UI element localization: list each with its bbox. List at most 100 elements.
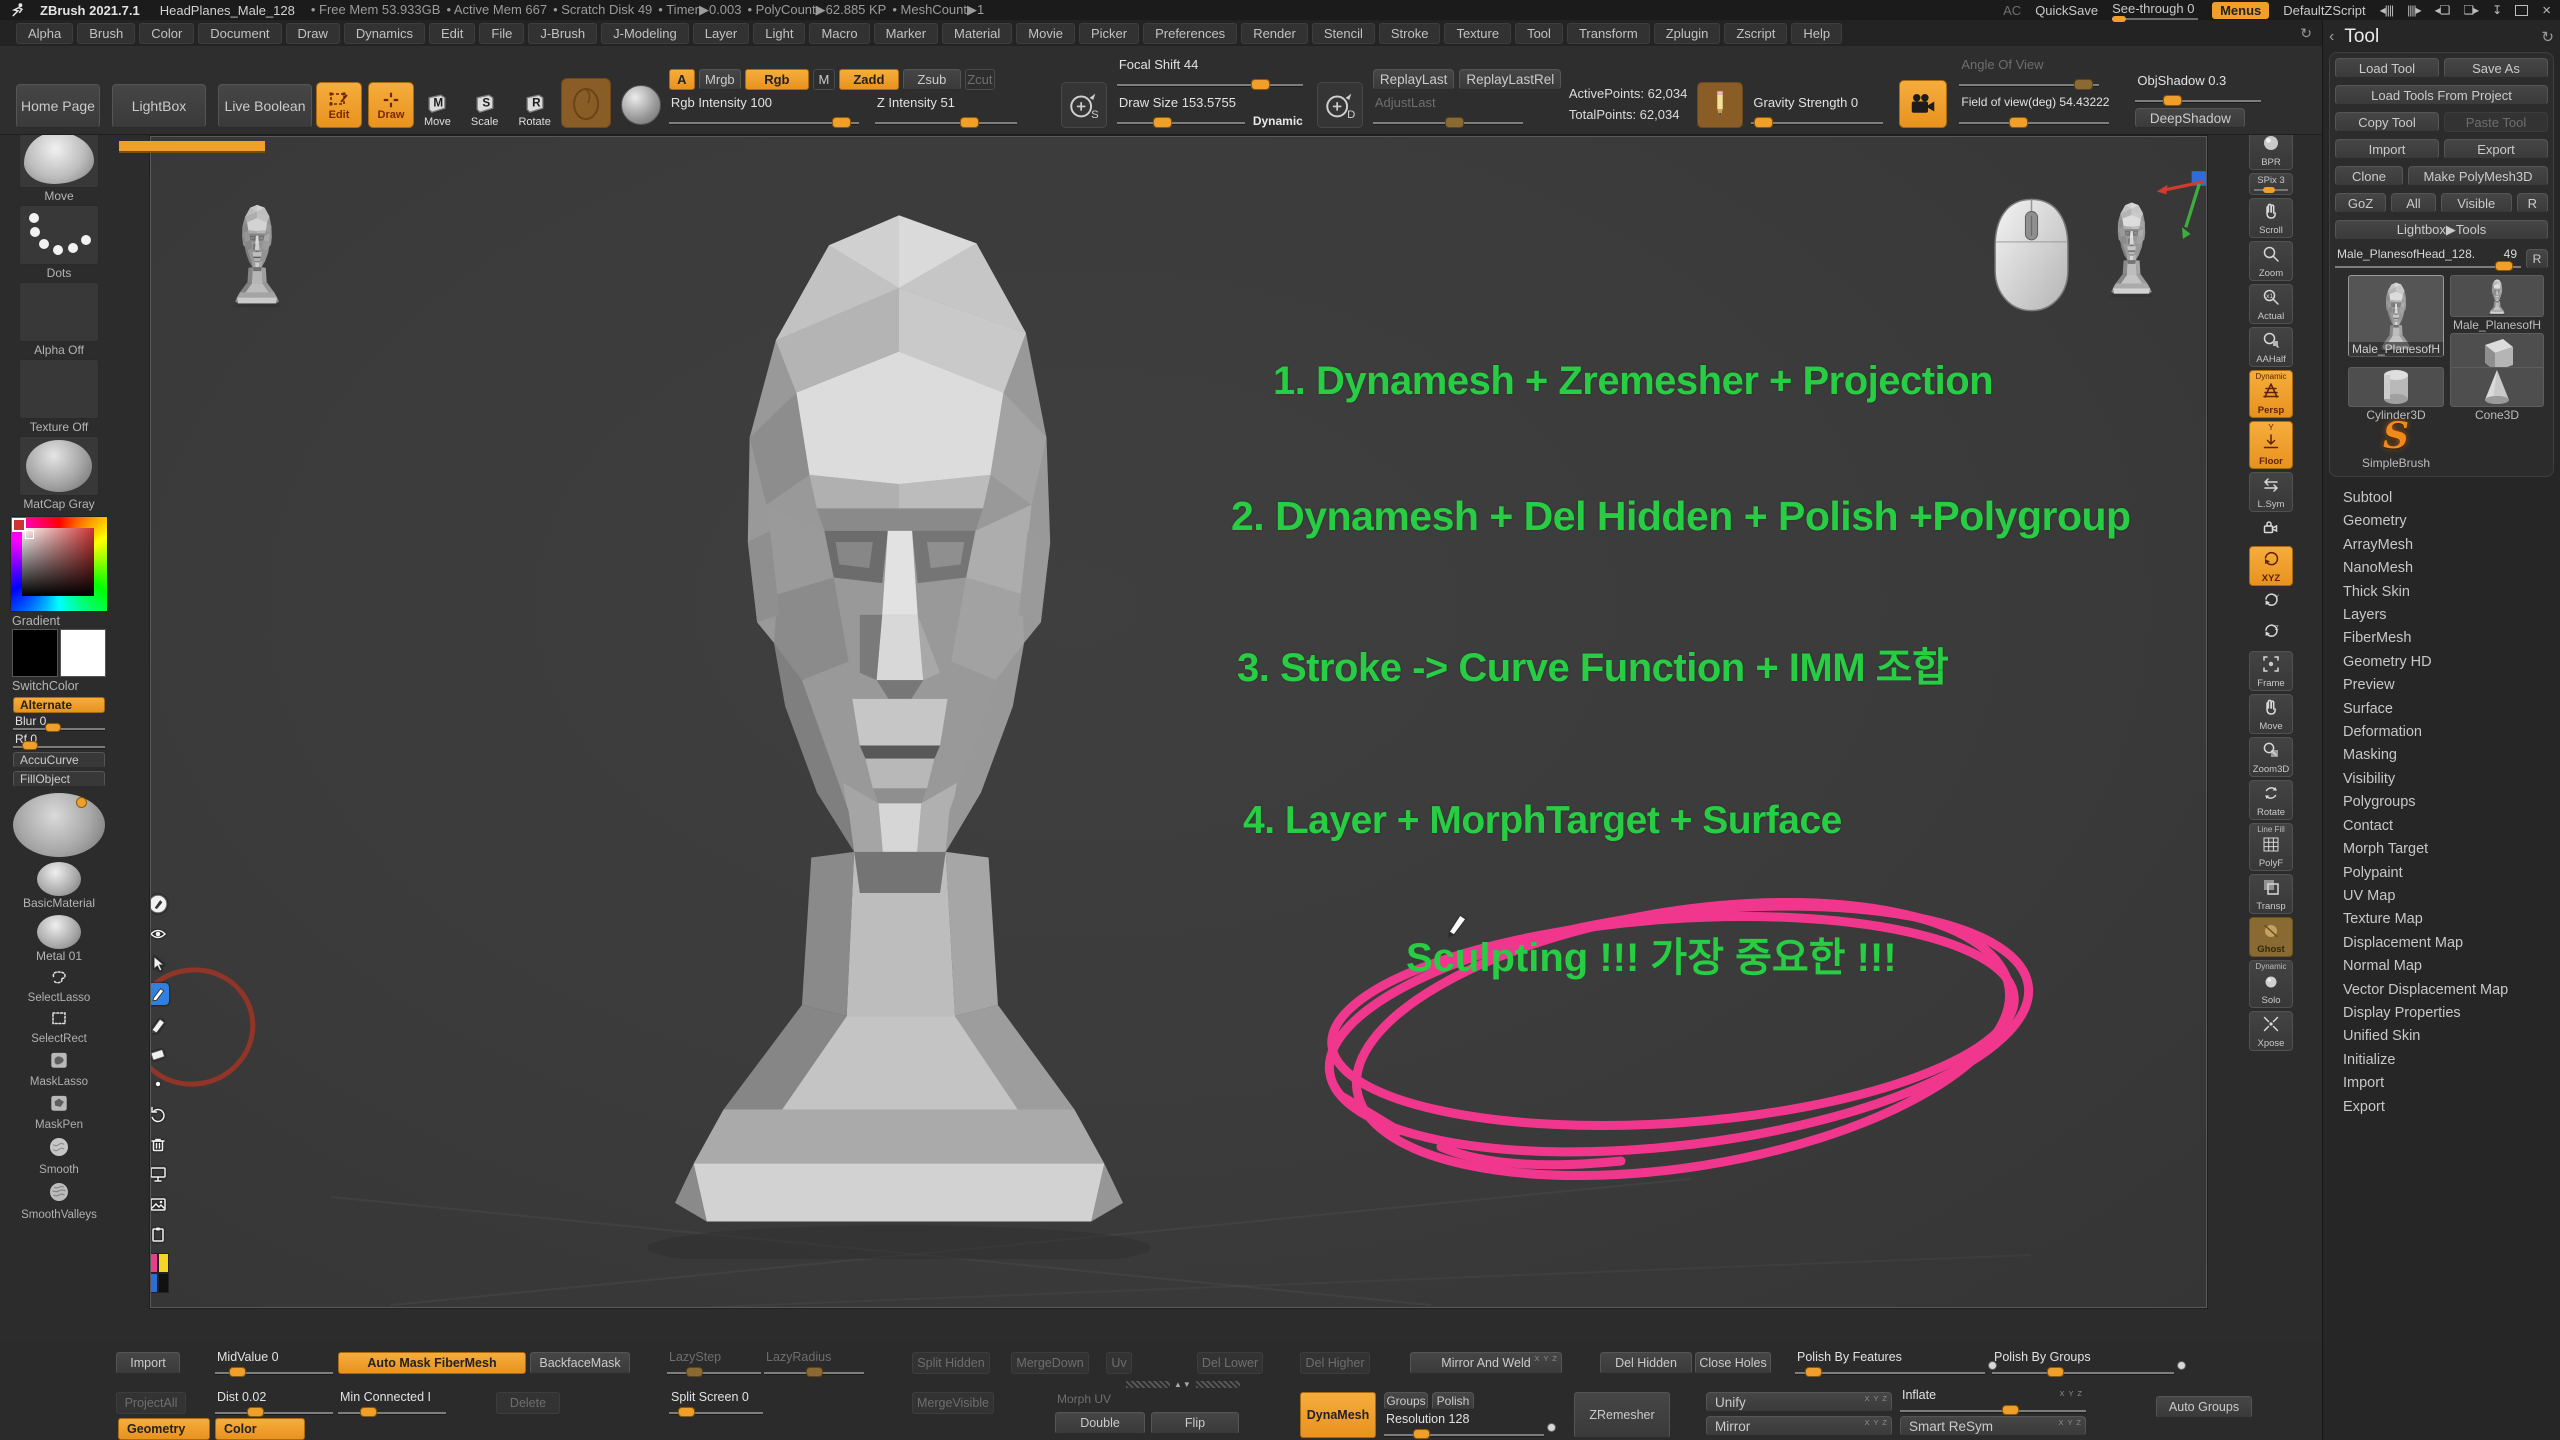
menu-texture[interactable]: Texture xyxy=(1444,23,1511,44)
right-actual-button[interactable]: x1Actual xyxy=(2249,284,2293,324)
tool-clone-button[interactable]: Clone xyxy=(2335,166,2403,186)
menu-color[interactable]: Color xyxy=(139,23,194,44)
panes-left-icon[interactable]: ◂❏ xyxy=(2435,3,2450,17)
tool-thumb-cone3d[interactable]: Cone3D xyxy=(2451,367,2543,422)
paint-mode-zadd[interactable]: Zadd xyxy=(839,69,899,90)
edit-button[interactable]: Edit xyxy=(316,82,362,128)
tool-save-as-button[interactable]: Save As xyxy=(2444,58,2548,78)
right-bpr-button[interactable]: BPR xyxy=(2249,130,2293,170)
monitor-icon[interactable] xyxy=(150,1163,169,1185)
right-transp-button[interactable]: Transp xyxy=(2249,874,2293,914)
axis-gizmo[interactable] xyxy=(2151,169,2207,243)
menu-j-brush[interactable]: J-Brush xyxy=(528,23,597,44)
tool-r-button[interactable]: R xyxy=(2517,193,2549,213)
fov-slider[interactable]: Field of view(deg) 54.43222 xyxy=(1959,92,2109,128)
smart-resym-button[interactable]: Smart ReSymX Y Z xyxy=(1900,1416,2086,1436)
menu-file[interactable]: File xyxy=(479,23,524,44)
tool-goz-button[interactable]: GoZ xyxy=(2335,193,2386,213)
section-morph-target[interactable]: Morph Target xyxy=(2329,838,2554,861)
section-polygroups[interactable]: Polygroups xyxy=(2329,791,2554,814)
lightbox-indicator-bar[interactable] xyxy=(119,141,265,153)
section-contact[interactable]: Contact xyxy=(2329,815,2554,838)
del-hidden-button[interactable]: Del Hidden xyxy=(1600,1352,1692,1374)
gradient-label[interactable]: Gradient xyxy=(12,614,60,628)
deep-shadow-button[interactable]: DeepShadow xyxy=(2135,108,2245,128)
right-zoom3d-button[interactable]: Zoom3D xyxy=(2249,737,2293,777)
replay-last-rel-button[interactable]: ReplayLastRel xyxy=(1459,69,1561,90)
section-uv-map[interactable]: UV Map xyxy=(2329,885,2554,908)
angle-of-view-slider[interactable]: Angle Of View xyxy=(1959,54,2099,90)
menu-stencil[interactable]: Stencil xyxy=(1312,23,1375,44)
current-material-button[interactable] xyxy=(621,85,661,125)
viewport-canvas[interactable]: 1. Dynamesh + Zremesher + Projection2. D… xyxy=(150,136,2207,1308)
shelf-divider-left-icon[interactable]: ◂|||| xyxy=(2380,3,2394,17)
zremesher-button[interactable]: ZRemesher xyxy=(1574,1392,1670,1438)
move-button[interactable]: M Move xyxy=(424,90,451,128)
mergevisible-button[interactable]: MergeVisible xyxy=(912,1392,994,1414)
menu-draw[interactable]: Draw xyxy=(286,23,340,44)
right-move-button[interactable]: Move xyxy=(2249,694,2293,734)
tool-paste-tool-button[interactable]: Paste Tool xyxy=(2444,112,2548,132)
panel-history-icon[interactable]: ↻ xyxy=(2541,28,2554,46)
close-icon[interactable]: × xyxy=(2542,2,2550,19)
menu-render[interactable]: Render xyxy=(1241,23,1308,44)
close-holes-button[interactable]: Close Holes xyxy=(1695,1352,1771,1374)
right-floor-button[interactable]: YFloor xyxy=(2249,421,2293,469)
section-unified-skin[interactable]: Unified Skin xyxy=(2329,1025,2554,1048)
menu-brush[interactable]: Brush xyxy=(77,23,135,44)
mergedown-button[interactable]: MergeDown xyxy=(1011,1352,1089,1374)
paint-mode-zcut[interactable]: Zcut xyxy=(965,69,995,90)
paint-mode-mrgb[interactable]: Mrgb xyxy=(699,69,741,90)
eraser-icon[interactable] xyxy=(150,1043,169,1065)
brush-smoothvalleys[interactable]: SmoothValleys xyxy=(21,1180,97,1221)
resolution-slider[interactable]: Resolution 128 xyxy=(1384,1412,1544,1438)
secondary-color-swatch[interactable] xyxy=(60,629,106,677)
section-deformation[interactable]: Deformation xyxy=(2329,721,2554,744)
right-ghost-button[interactable]: Ghost xyxy=(2249,917,2293,957)
section-geometry-hd[interactable]: Geometry HD xyxy=(2329,651,2554,674)
section-subtool[interactable]: Subtool xyxy=(2329,487,2554,510)
live-boolean-button[interactable]: Live Boolean xyxy=(218,84,312,128)
clipboard-icon[interactable] xyxy=(150,1223,169,1245)
shelf-divider-right-icon[interactable]: ||||▸ xyxy=(2407,3,2421,17)
gravity-slider[interactable]: Gravity Strength 0 xyxy=(1751,92,1883,128)
section-layers[interactable]: Layers xyxy=(2329,604,2554,627)
focal-shift-slider[interactable]: Focal Shift 44 xyxy=(1117,54,1303,90)
default-zscript-button[interactable]: DefaultZScript xyxy=(2283,3,2365,18)
switch-color-label[interactable]: SwitchColor xyxy=(12,679,79,693)
section-export[interactable]: Export xyxy=(2329,1096,2554,1119)
brush-selectrect[interactable]: SelectRect xyxy=(31,1008,87,1045)
polish-button[interactable]: Polish xyxy=(1432,1392,1474,1410)
menus-button[interactable]: Menus xyxy=(2212,2,2269,19)
head-thumbnail[interactable] xyxy=(219,201,295,307)
polish-by-groups-slider[interactable]: Polish By Groups xyxy=(1992,1350,2174,1376)
shelf-thumb-alpha-off[interactable]: Alpha Off xyxy=(19,282,99,357)
rgb-intensity-slider[interactable]: Rgb Intensity 100 xyxy=(669,92,859,128)
right-camlock-button[interactable] xyxy=(2249,515,2293,543)
panel-splitter[interactable]: ▲▼ xyxy=(1126,1380,1240,1389)
paint-mode-rgb[interactable]: Rgb xyxy=(745,69,809,90)
menu-macro[interactable]: Macro xyxy=(809,23,869,44)
restore-icon[interactable] xyxy=(2515,5,2528,16)
section-visibility[interactable]: Visibility xyxy=(2329,768,2554,791)
double-button[interactable]: Double xyxy=(1055,1412,1145,1434)
right-zoom-button[interactable]: Zoom xyxy=(2249,241,2293,281)
backfacemask-button[interactable]: BackfaceMask xyxy=(530,1352,630,1374)
rf-slider[interactable]: Rf 0 xyxy=(13,733,105,749)
tool-copy-tool-button[interactable]: Copy Tool xyxy=(2335,112,2439,132)
obj-shadow-slider[interactable]: ObjShadow 0.3 xyxy=(2135,70,2261,106)
section-displacement-map[interactable]: Displacement Map xyxy=(2329,932,2554,955)
right-scroll-button[interactable]: Scroll xyxy=(2249,198,2293,238)
alternate-button[interactable]: Alternate xyxy=(13,697,105,713)
min-connected-i-slider[interactable]: Min Connected I xyxy=(338,1390,446,1416)
menu-movie[interactable]: Movie xyxy=(1016,23,1075,44)
paint-mode-zsub[interactable]: Zsub xyxy=(903,69,961,90)
tool-name-slider[interactable]: Male_PlanesofHead_128. 49 xyxy=(2335,247,2521,269)
split-hidden-button[interactable]: Split Hidden xyxy=(912,1352,990,1374)
cursor-icon[interactable] xyxy=(150,953,169,975)
menu-material[interactable]: Material xyxy=(942,23,1012,44)
lazyradius-slider[interactable]: LazyRadius xyxy=(764,1350,864,1376)
section-initialize[interactable]: Initialize xyxy=(2329,1049,2554,1072)
mirror-and-weld-button[interactable]: Mirror And WeldX Y Z xyxy=(1410,1352,1562,1374)
menu-stroke[interactable]: Stroke xyxy=(1379,23,1441,44)
